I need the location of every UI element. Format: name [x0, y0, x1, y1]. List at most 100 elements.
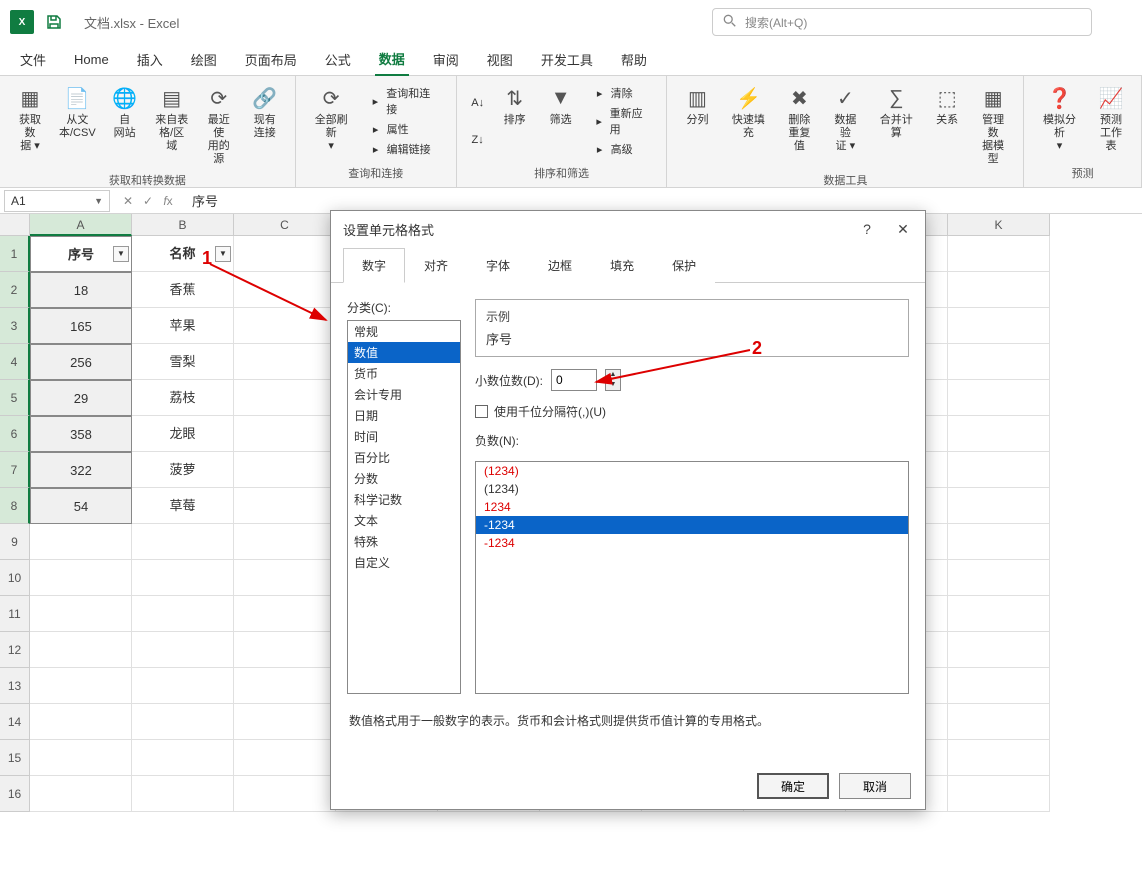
sort-item-2[interactable]: ▸高级	[591, 140, 653, 158]
filter-dropdown-icon[interactable]: ▼	[215, 246, 231, 262]
data-tool-1[interactable]: ⚡快速填充	[721, 80, 775, 170]
sort-button[interactable]: ⇅ 排序	[493, 80, 537, 163]
refresh-all-button[interactable]: ⟳ 全部刷新 ▾	[304, 80, 359, 163]
cell[interactable]	[234, 452, 336, 488]
cell[interactable]: 29	[30, 380, 132, 416]
cell[interactable]	[132, 740, 234, 776]
dialog-tab-数字[interactable]: 数字	[343, 248, 405, 283]
negative-format-item-4[interactable]: -1234	[476, 534, 908, 552]
negative-format-item-0[interactable]: (1234)	[476, 462, 908, 480]
row-header-10[interactable]: 10	[0, 560, 30, 596]
menu-tab-数据[interactable]: 数据	[375, 43, 409, 76]
cell[interactable]	[132, 668, 234, 704]
cancel-button[interactable]: 取消	[839, 773, 911, 799]
help-button[interactable]: ?	[857, 221, 877, 238]
cell[interactable]: 358	[30, 416, 132, 452]
cell[interactable]	[948, 488, 1050, 524]
category-item-分数[interactable]: 分数	[348, 468, 460, 489]
formula-input[interactable]: 序号	[182, 191, 1142, 210]
close-button[interactable]: ✕	[893, 221, 913, 238]
thousands-separator-checkbox[interactable]	[475, 405, 488, 418]
negative-format-item-2[interactable]: 1234	[476, 498, 908, 516]
cell[interactable]	[948, 236, 1050, 272]
cell[interactable]	[234, 236, 336, 272]
menu-tab-Home[interactable]: Home	[70, 46, 113, 73]
query-item-2[interactable]: ▸编辑链接	[367, 140, 442, 158]
save-icon[interactable]	[44, 12, 64, 32]
cell[interactable]: 菠萝	[132, 452, 234, 488]
spinner-up-icon[interactable]: ▲	[606, 370, 620, 380]
col-header-A[interactable]: A	[30, 214, 132, 236]
cell[interactable]	[132, 776, 234, 812]
filter-button[interactable]: ▼ 筛选	[539, 80, 583, 163]
fx-icon[interactable]: fx	[160, 194, 176, 208]
cell[interactable]	[948, 596, 1050, 632]
negative-numbers-list[interactable]: (1234)(1234)1234-1234-1234	[475, 461, 909, 694]
cell[interactable]: 165	[30, 308, 132, 344]
cell[interactable]	[132, 560, 234, 596]
data-tool-0[interactable]: ▥分列	[675, 80, 719, 170]
cell[interactable]	[234, 596, 336, 632]
search-input[interactable]: 搜索(Alt+Q)	[712, 8, 1092, 36]
category-item-数值[interactable]: 数值	[348, 342, 460, 363]
cell[interactable]: 草莓	[132, 488, 234, 524]
cell[interactable]	[234, 416, 336, 452]
data-tool-2[interactable]: ✖删除 重复值	[777, 80, 821, 170]
ok-button[interactable]: 确定	[757, 773, 829, 799]
row-header-5[interactable]: 5	[0, 380, 30, 416]
sort-item-1[interactable]: ▸重新应用	[591, 104, 653, 138]
category-item-会计专用[interactable]: 会计专用	[348, 384, 460, 405]
row-header-16[interactable]: 16	[0, 776, 30, 812]
row-header-9[interactable]: 9	[0, 524, 30, 560]
row-header-14[interactable]: 14	[0, 704, 30, 740]
sort-item-0[interactable]: ▸清除	[591, 84, 653, 102]
col-header-B[interactable]: B	[132, 214, 234, 236]
select-all-corner[interactable]	[0, 214, 30, 236]
cell[interactable]	[30, 632, 132, 668]
cell[interactable]	[132, 596, 234, 632]
row-header-15[interactable]: 15	[0, 740, 30, 776]
data-tool-3[interactable]: ✓数据验 证 ▾	[823, 80, 867, 170]
forecast-btn-0[interactable]: ❓模拟分析 ▾	[1032, 80, 1087, 163]
cell[interactable]: 256	[30, 344, 132, 380]
cell[interactable]: 54	[30, 488, 132, 524]
row-header-2[interactable]: 2	[0, 272, 30, 308]
cell[interactable]	[30, 668, 132, 704]
cell[interactable]	[132, 704, 234, 740]
cell[interactable]	[30, 524, 132, 560]
category-item-货币[interactable]: 货币	[348, 363, 460, 384]
row-header-12[interactable]: 12	[0, 632, 30, 668]
cell[interactable]	[234, 560, 336, 596]
cell[interactable]	[948, 380, 1050, 416]
spinner-down-icon[interactable]: ▼	[606, 380, 620, 390]
cell[interactable]	[234, 272, 336, 308]
cell[interactable]	[948, 344, 1050, 380]
menu-tab-公式[interactable]: 公式	[321, 44, 355, 75]
decimal-spinner[interactable]: ▲ ▼	[605, 369, 621, 391]
row-header-7[interactable]: 7	[0, 452, 30, 488]
cell[interactable]: 322	[30, 452, 132, 488]
category-item-科学记数[interactable]: 科学记数	[348, 489, 460, 510]
menu-tab-绘图[interactable]: 绘图	[187, 44, 221, 75]
cancel-formula-icon[interactable]: ✕	[120, 194, 136, 208]
cell[interactable]	[234, 668, 336, 704]
cell[interactable]	[234, 488, 336, 524]
cell[interactable]: 苹果	[132, 308, 234, 344]
filter-dropdown-icon[interactable]: ▼	[113, 246, 129, 262]
menu-tab-视图[interactable]: 视图	[483, 44, 517, 75]
cell[interactable]	[948, 524, 1050, 560]
cell[interactable]: 18	[30, 272, 132, 308]
decimal-places-input[interactable]	[551, 369, 597, 391]
category-item-自定义[interactable]: 自定义	[348, 552, 460, 573]
forecast-btn-1[interactable]: 📈预测 工作表	[1089, 80, 1133, 163]
negative-format-item-1[interactable]: (1234)	[476, 480, 908, 498]
category-item-文本[interactable]: 文本	[348, 510, 460, 531]
category-item-常规[interactable]: 常规	[348, 321, 460, 342]
get-data-btn-0[interactable]: ▦获取数 据 ▾	[8, 80, 52, 170]
cell[interactable]: 名称▼	[132, 236, 234, 272]
category-item-日期[interactable]: 日期	[348, 405, 460, 426]
cell[interactable]	[234, 632, 336, 668]
cell[interactable]	[132, 632, 234, 668]
cell[interactable]: 序号▼	[30, 236, 132, 272]
cell[interactable]: 雪梨	[132, 344, 234, 380]
